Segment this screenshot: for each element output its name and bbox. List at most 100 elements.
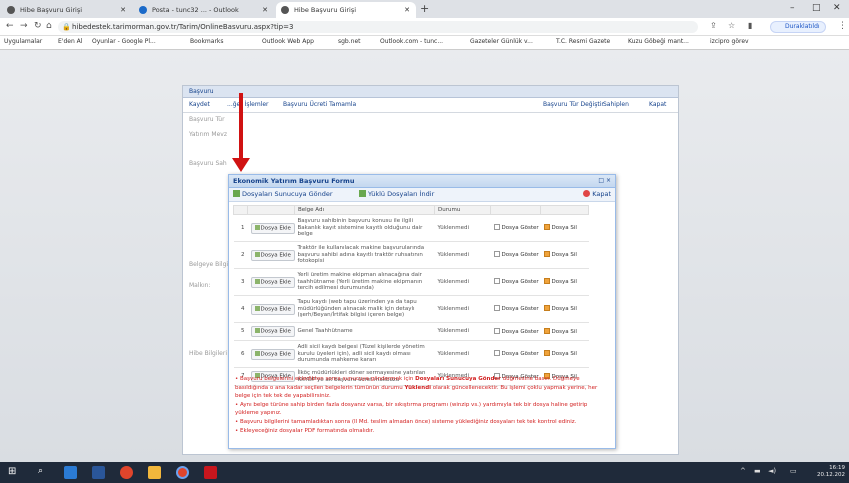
dialog-close-button[interactable]: Kapat: [583, 190, 611, 198]
document-status: Yüklenmedi: [434, 295, 491, 323]
annotation-arrow-head: [232, 158, 250, 172]
tray-expand-icon[interactable]: ^: [740, 467, 746, 475]
sidepanel-icon[interactable]: ▮: [748, 21, 752, 30]
bookmark-outlook-com[interactable]: Outlook.com - tunc...: [380, 38, 443, 45]
windows-start-icon[interactable]: ⊞: [8, 466, 21, 479]
save-button[interactable]: Kaydet: [189, 101, 210, 108]
search-icon[interactable]: ⌕: [38, 466, 51, 479]
profile-paused-badge[interactable]: Duraklatıldı: [770, 21, 826, 33]
attach-file-button[interactable]: Dosya Ekle: [250, 222, 295, 234]
app-close-button[interactable]: Kapat: [649, 101, 666, 108]
row-number: 6: [233, 340, 248, 368]
document-name: Traktör ile kullanılacak makine başvurul…: [294, 241, 435, 269]
window-close-icon[interactable]: ✕: [833, 3, 841, 13]
row-number: 3: [233, 268, 248, 296]
volume-icon[interactable]: ◄): [768, 467, 776, 475]
document-status: Yüklenmedi: [434, 268, 491, 296]
edge-icon[interactable]: [64, 466, 77, 479]
dialog-toolbar: Dosyaları Sunucuya Gönder Yüklü Dosyalar…: [229, 188, 615, 202]
document-icon: [493, 251, 500, 258]
attach-file-button[interactable]: Dosya Ekle: [250, 276, 295, 288]
attach-file-button[interactable]: Dosya Ekle: [250, 326, 295, 337]
pdf-reader-icon[interactable]: [204, 466, 217, 479]
tab-hibe-basvuru-2[interactable]: Hibe Başvuru Girişi ✕: [276, 2, 416, 18]
bookmark-bookmarks[interactable]: Bookmarks: [190, 38, 224, 45]
change-type-button[interactable]: Başvuru Tür Değiştir: [543, 101, 604, 108]
bookmark-resmi-gazete[interactable]: T.C. Resmi Gazete: [556, 38, 610, 45]
bookmark-eden-al[interactable]: E'den Al: [58, 38, 82, 45]
bookmark-apps[interactable]: Uygulamalar: [4, 38, 42, 45]
delete-icon: [543, 224, 550, 231]
reload-icon[interactable]: ↻: [34, 21, 42, 31]
star-icon[interactable]: ☆: [728, 21, 735, 30]
delete-file-button[interactable]: Dosya Sil: [543, 350, 577, 357]
send-files-button[interactable]: Dosyaları Sunucuya Gönder: [233, 190, 333, 198]
share-icon[interactable]: ⇪: [710, 21, 717, 30]
delete-file-button[interactable]: Dosya Sil: [543, 305, 577, 312]
bookmark-outlook-web[interactable]: Outlook Web App: [262, 38, 314, 45]
note-4: • Ekleyeceğiniz dosyalar PDF formatında …: [235, 427, 375, 434]
notification-icon[interactable]: ▭: [790, 467, 797, 475]
documents-table: Belge Adı Durumu 1 Dosya Ekle Başvuru sahi…: [233, 205, 589, 386]
system-clock[interactable]: 16:19 20.12.202: [817, 465, 845, 479]
upload-icon: [233, 190, 240, 197]
tab-outlook[interactable]: Posta - tunc32 ... - Outlook ✕: [134, 2, 274, 18]
document-name: Tapu kaydı (web tapu üzerinden ya da tap…: [294, 295, 435, 323]
table-row: 3 Dosya Ekle Yerli üretim makine ekipman a…: [233, 268, 589, 296]
lock-icon: 🔒: [62, 23, 71, 31]
bookmark-gazeteler[interactable]: Gazeteler Günlük v...: [470, 38, 533, 45]
show-file-button[interactable]: Dosya Göster: [493, 251, 539, 258]
note-2: • Aynı belge türüne sahip birden fazla d…: [235, 401, 588, 417]
chrome-active-icon[interactable]: [176, 466, 189, 479]
show-file-button[interactable]: Dosya Göster: [493, 327, 539, 335]
table-row: 5 Dosya Ekle Genel Taahhütname Yüklenmedi Do…: [233, 322, 589, 341]
url-input[interactable]: 🔒 hibedestek.tarimorman.gov.tr/Tarim/Onl…: [58, 21, 698, 33]
browser-tab-bar: Hibe Başvuru Girişi ✕ Posta - tunc32 ...…: [0, 0, 849, 18]
annotation-arrow-shaft: [239, 93, 243, 161]
word-icon[interactable]: [92, 466, 105, 479]
minimize-icon[interactable]: –: [790, 3, 795, 13]
complete-fee-button[interactable]: Başvuru Ücreti Tamamla: [283, 101, 356, 108]
bookmark-kuzu[interactable]: Kuzu Göbeği mant...: [628, 38, 689, 45]
bookmark-izcipro[interactable]: izcipro görev: [710, 38, 749, 45]
tab-hibe-basvuru-1[interactable]: Hibe Başvuru Girişi ✕: [2, 2, 132, 18]
close-icon: [583, 190, 591, 197]
bookmark-sgb[interactable]: sgb.net: [338, 38, 361, 45]
network-icon[interactable]: ▬: [754, 467, 761, 475]
forward-icon[interactable]: →: [20, 21, 28, 31]
table-header-row: Belge Adı Durumu: [233, 205, 589, 215]
menu-icon[interactable]: ⋮: [838, 21, 847, 31]
download-files-button[interactable]: Yüklü Dosyaları İndir: [359, 190, 434, 198]
show-file-button[interactable]: Dosya Göster: [493, 224, 539, 231]
maximize-icon[interactable]: □: [812, 3, 821, 13]
close-tab-icon[interactable]: ✕: [404, 2, 410, 18]
bookmark-oyunlar[interactable]: Oyunlar - Google Pl...: [92, 38, 156, 45]
delete-icon: [543, 327, 550, 334]
globe-icon: [7, 6, 15, 14]
bookmarks-bar: Uygulamalar E'den Al Oyunlar - Google Pl…: [0, 36, 849, 50]
attach-file-button[interactable]: Dosya Ekle: [250, 303, 295, 315]
new-tab-icon[interactable]: +: [420, 2, 429, 15]
attach-icon: [254, 278, 260, 284]
field-label: Başvuru Tür: [189, 116, 225, 123]
delete-file-button[interactable]: Dosya Sil: [543, 224, 577, 231]
show-file-button[interactable]: Dosya Göster: [493, 350, 539, 357]
dialog-controls[interactable]: □ ×: [598, 177, 611, 184]
show-file-button[interactable]: Dosya Göster: [493, 305, 539, 312]
close-tab-icon[interactable]: ✕: [262, 2, 268, 18]
delete-file-button[interactable]: Dosya Sil: [543, 251, 577, 258]
own-button[interactable]: Sahiplen: [603, 101, 629, 108]
attach-file-button[interactable]: Dosya Ekle: [250, 249, 295, 261]
attach-file-button[interactable]: Dosya Ekle: [250, 348, 295, 360]
delete-file-button[interactable]: Dosya Sil: [543, 327, 577, 335]
file-explorer-icon[interactable]: [148, 466, 161, 479]
delete-file-button[interactable]: Dosya Sil: [543, 278, 577, 285]
application-toolbar: Kaydet ...ğer İşlemler Başvuru Ücreti Ta…: [183, 98, 678, 113]
back-icon[interactable]: ←: [6, 21, 14, 31]
close-tab-icon[interactable]: ✕: [120, 2, 126, 18]
show-file-button[interactable]: Dosya Göster: [493, 278, 539, 285]
chrome-icon[interactable]: [120, 466, 133, 479]
home-icon[interactable]: ⌂: [46, 21, 52, 31]
other-actions-button[interactable]: ...ğer İşlemler: [227, 101, 269, 108]
field-label: Belgeye Bilgi: [189, 261, 229, 268]
